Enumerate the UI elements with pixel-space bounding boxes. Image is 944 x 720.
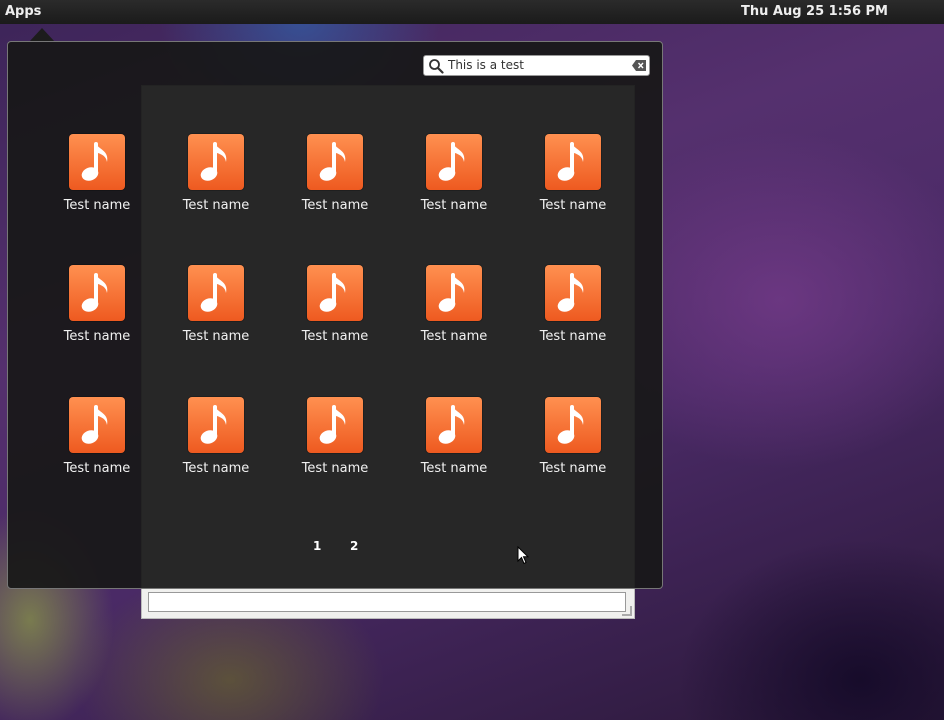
app-label: Test name — [420, 198, 488, 213]
music-note-icon — [545, 397, 601, 453]
app-label: Test name — [420, 461, 488, 476]
music-note-icon — [545, 134, 601, 190]
app-item[interactable]: Test name — [166, 265, 266, 344]
app-label: Test name — [63, 198, 131, 213]
music-note-icon — [307, 134, 363, 190]
search-icon — [429, 59, 444, 74]
app-item[interactable]: Test name — [404, 134, 504, 213]
app-label: Test name — [301, 198, 369, 213]
music-note-icon — [307, 265, 363, 321]
page-button-2[interactable]: 2 — [350, 539, 358, 553]
app-item[interactable]: Test name — [47, 134, 147, 213]
app-item[interactable]: Test name — [523, 397, 623, 476]
music-note-icon — [426, 134, 482, 190]
music-note-icon — [188, 134, 244, 190]
app-item[interactable]: Test name — [523, 134, 623, 213]
app-item[interactable]: Test name — [285, 265, 385, 344]
launcher-pointer-arrow — [29, 28, 55, 42]
app-item[interactable]: Test name — [285, 134, 385, 213]
app-label: Test name — [182, 198, 250, 213]
music-note-icon — [426, 397, 482, 453]
music-note-icon — [188, 265, 244, 321]
mouse-pointer-icon — [517, 546, 529, 565]
app-label: Test name — [182, 461, 250, 476]
music-note-icon — [188, 397, 244, 453]
search-input[interactable]: This is a test — [423, 55, 650, 76]
app-item[interactable]: Test name — [404, 265, 504, 344]
search-text: This is a test — [448, 58, 524, 72]
app-label: Test name — [182, 329, 250, 344]
app-item[interactable]: Test name — [285, 397, 385, 476]
app-label: Test name — [63, 329, 131, 344]
app-label: Test name — [301, 461, 369, 476]
resize-grip-icon[interactable] — [622, 606, 632, 616]
top-panel: Apps Thu Aug 25 1:56 PM — [0, 0, 944, 24]
music-note-icon — [426, 265, 482, 321]
apps-menu-button[interactable]: Apps — [5, 4, 41, 19]
music-note-icon — [69, 134, 125, 190]
chat-message-input[interactable] — [148, 592, 626, 612]
app-launcher: This is a test Test name Test name Test na… — [7, 41, 663, 589]
app-label: Test name — [539, 461, 607, 476]
page-button-1[interactable]: 1 — [313, 539, 321, 553]
app-item[interactable]: Test name — [166, 134, 266, 213]
app-label: Test name — [420, 329, 488, 344]
music-note-icon — [545, 265, 601, 321]
music-note-icon — [69, 397, 125, 453]
clear-text-icon[interactable] — [632, 60, 646, 71]
app-label: Test name — [301, 329, 369, 344]
app-item[interactable]: Test name — [47, 397, 147, 476]
app-item[interactable]: Test name — [523, 265, 623, 344]
music-note-icon — [69, 265, 125, 321]
app-label: Test name — [63, 461, 131, 476]
music-note-icon — [307, 397, 363, 453]
app-item[interactable]: Test name — [166, 397, 266, 476]
app-label: Test name — [539, 198, 607, 213]
app-item[interactable]: Test name — [404, 397, 504, 476]
clock[interactable]: Thu Aug 25 1:56 PM — [741, 4, 888, 19]
app-item[interactable]: Test name — [47, 265, 147, 344]
app-label: Test name — [539, 329, 607, 344]
